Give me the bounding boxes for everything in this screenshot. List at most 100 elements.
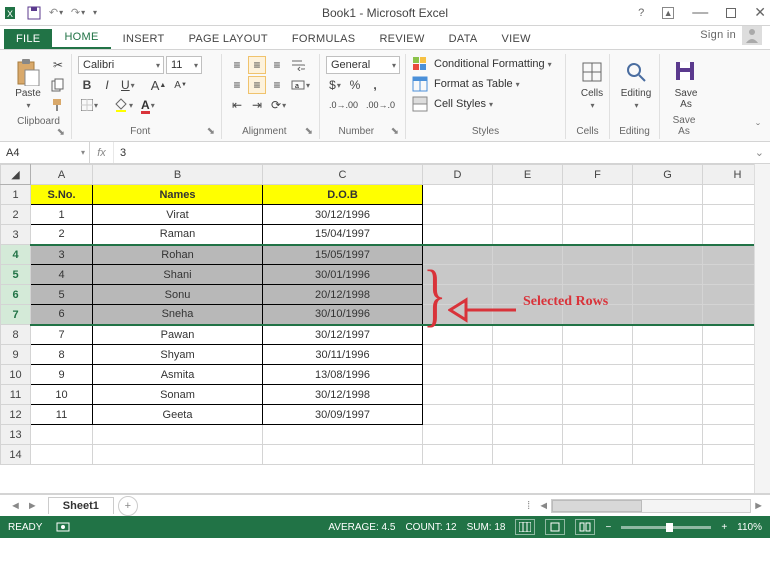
- cell[interactable]: 30/10/1996: [263, 305, 423, 325]
- row-header[interactable]: 3: [1, 225, 31, 245]
- cell[interactable]: [423, 225, 493, 245]
- cell[interactable]: 15/04/1997: [263, 225, 423, 245]
- cell[interactable]: Virat: [93, 205, 263, 225]
- save-icon[interactable]: [26, 5, 42, 21]
- cell[interactable]: [93, 445, 263, 465]
- row-header[interactable]: 9: [1, 345, 31, 365]
- tab-file[interactable]: FILE: [4, 29, 52, 49]
- vertical-scrollbar[interactable]: [754, 164, 770, 493]
- cell[interactable]: 8: [31, 345, 93, 365]
- align-bottom-button[interactable]: ≡: [268, 56, 286, 74]
- cell[interactable]: [633, 405, 703, 425]
- cell[interactable]: [423, 445, 493, 465]
- font-color-button[interactable]: A▾: [138, 96, 158, 114]
- page-break-view-button[interactable]: [575, 519, 595, 535]
- cell[interactable]: [423, 245, 493, 265]
- minimize-icon[interactable]: —: [692, 4, 708, 22]
- expand-formula-bar-icon[interactable]: ⌄: [749, 146, 770, 159]
- cell[interactable]: Geeta: [93, 405, 263, 425]
- row-header[interactable]: 13: [1, 425, 31, 445]
- cell[interactable]: [563, 425, 633, 445]
- bold-button[interactable]: B: [78, 76, 96, 94]
- save-as-button[interactable]: Save As: [666, 56, 706, 112]
- paste-button[interactable]: Paste▾: [12, 56, 44, 112]
- zoom-in-button[interactable]: +: [721, 522, 727, 533]
- cell[interactable]: [423, 405, 493, 425]
- name-box[interactable]: A4: [0, 142, 90, 163]
- cell[interactable]: 30/12/1996: [263, 205, 423, 225]
- cell[interactable]: Raman: [93, 225, 263, 245]
- cell[interactable]: [423, 385, 493, 405]
- cell[interactable]: S.No.: [31, 185, 93, 205]
- sheet-tab[interactable]: Sheet1: [48, 497, 114, 514]
- cell[interactable]: 30/12/1998: [263, 385, 423, 405]
- comma-button[interactable]: ,: [366, 76, 384, 94]
- cell[interactable]: 2: [31, 225, 93, 245]
- row-header[interactable]: 10: [1, 365, 31, 385]
- cell[interactable]: [493, 445, 563, 465]
- decrease-indent-button[interactable]: ⇤: [228, 96, 246, 114]
- cell[interactable]: [563, 445, 633, 465]
- cell[interactable]: [563, 225, 633, 245]
- cell[interactable]: [493, 265, 563, 285]
- copy-icon[interactable]: [48, 76, 68, 94]
- cell[interactable]: [263, 425, 423, 445]
- cell[interactable]: [633, 205, 703, 225]
- cell[interactable]: [633, 445, 703, 465]
- col-header[interactable]: B: [93, 165, 263, 185]
- borders-button[interactable]: ▾: [78, 96, 101, 114]
- row-header[interactable]: 11: [1, 385, 31, 405]
- number-launcher-icon[interactable]: ⬊: [391, 126, 399, 137]
- cell[interactable]: [563, 325, 633, 345]
- format-painter-icon[interactable]: [48, 96, 68, 114]
- cell[interactable]: 30/12/1997: [263, 325, 423, 345]
- font-launcher-icon[interactable]: ⬊: [207, 126, 215, 137]
- cell[interactable]: [633, 225, 703, 245]
- cell[interactable]: [563, 405, 633, 425]
- cell[interactable]: 4: [31, 265, 93, 285]
- grow-font-button[interactable]: A▲: [148, 76, 170, 94]
- cell[interactable]: [423, 425, 493, 445]
- fx-icon[interactable]: fx: [90, 142, 114, 163]
- zoom-out-button[interactable]: −: [605, 522, 611, 533]
- font-name-select[interactable]: Calibri: [78, 56, 164, 74]
- cell[interactable]: [423, 325, 493, 345]
- cell[interactable]: [493, 385, 563, 405]
- col-header[interactable]: A: [31, 165, 93, 185]
- cell[interactable]: Pawan: [93, 325, 263, 345]
- cell[interactable]: [633, 245, 703, 265]
- cell[interactable]: 3: [31, 245, 93, 265]
- cell[interactable]: 15/05/1997: [263, 245, 423, 265]
- cell[interactable]: [31, 445, 93, 465]
- cell[interactable]: [423, 345, 493, 365]
- row-header[interactable]: 14: [1, 445, 31, 465]
- italic-button[interactable]: I: [98, 76, 116, 94]
- row-header[interactable]: 6: [1, 285, 31, 305]
- collapse-ribbon-icon[interactable]: ˇ: [752, 117, 764, 139]
- cell[interactable]: 6: [31, 305, 93, 325]
- cell[interactable]: [633, 305, 703, 325]
- cell[interactable]: [423, 265, 493, 285]
- new-sheet-button[interactable]: +: [118, 496, 138, 516]
- cell[interactable]: [493, 405, 563, 425]
- cell[interactable]: [493, 345, 563, 365]
- redo-icon[interactable]: ↷▾: [70, 5, 86, 21]
- cell[interactable]: [493, 365, 563, 385]
- alignment-launcher-icon[interactable]: ⬊: [305, 126, 313, 137]
- cell[interactable]: [563, 385, 633, 405]
- cell[interactable]: [633, 265, 703, 285]
- cell[interactable]: [493, 305, 563, 325]
- col-header[interactable]: C: [263, 165, 423, 185]
- row-header[interactable]: 12: [1, 405, 31, 425]
- cell[interactable]: Sneha: [93, 305, 263, 325]
- cell[interactable]: [93, 425, 263, 445]
- row-header[interactable]: 2: [1, 205, 31, 225]
- scroll-left-icon[interactable]: ◄: [538, 500, 549, 512]
- decrease-decimal-button[interactable]: .00→.0: [363, 96, 398, 114]
- wrap-text-button[interactable]: [288, 56, 308, 74]
- cell[interactable]: 13/08/1996: [263, 365, 423, 385]
- cell[interactable]: [633, 285, 703, 305]
- cell[interactable]: [633, 325, 703, 345]
- cell[interactable]: [563, 185, 633, 205]
- sheet-nav-prev-icon[interactable]: ◄: [10, 500, 21, 512]
